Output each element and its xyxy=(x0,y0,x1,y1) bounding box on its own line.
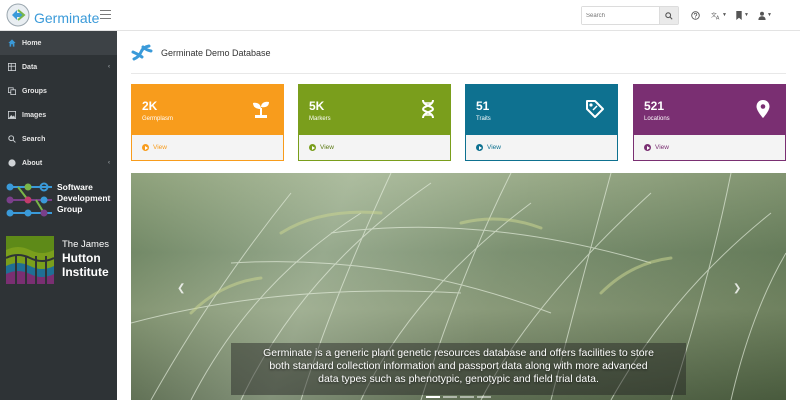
sidebar-item-label: Search xyxy=(22,135,46,143)
chevron-left-icon: ‹ xyxy=(108,160,110,166)
carousel-indicator[interactable] xyxy=(460,396,474,398)
search-box xyxy=(581,6,679,25)
card-view-link[interactable]: View xyxy=(132,135,283,160)
arrow-right-circle-icon xyxy=(644,144,651,151)
card-label: Germplasm xyxy=(142,116,174,122)
brand-name: Germinate xyxy=(34,9,100,26)
chevron-down-icon: ▼ xyxy=(767,12,772,18)
map-marker-icon xyxy=(756,100,770,118)
card-label: Traits xyxy=(476,116,491,122)
software-development-group-logo[interactable]: Software Development Group xyxy=(6,182,114,222)
card-value: 521 xyxy=(644,99,665,113)
sidebar-item-groups[interactable]: Groups xyxy=(0,79,117,103)
page-header: Germinate Demo Database xyxy=(131,43,271,63)
tag-icon xyxy=(586,100,604,118)
card-view-link[interactable]: View xyxy=(466,135,617,160)
user-icon xyxy=(758,11,766,20)
groups-icon xyxy=(8,87,16,95)
chevron-down-icon: ▼ xyxy=(744,12,749,18)
chevron-down-icon: ▼ xyxy=(722,12,727,18)
page-title: Germinate Demo Database xyxy=(161,48,271,58)
sidebar-item-label: Images xyxy=(22,111,47,119)
germplasm-card[interactable]: 2K Germplasm View xyxy=(131,84,284,161)
top-navbar: Germinate 文 A ▼ ▼ xyxy=(0,0,800,31)
sdg-logo-icon xyxy=(6,182,52,217)
card-label: Markers xyxy=(309,116,331,122)
chevron-left-icon: ‹ xyxy=(108,64,110,70)
arrow-right-circle-icon xyxy=(142,144,149,151)
sidebar-item-label: Data xyxy=(22,63,38,71)
carousel-indicator[interactable] xyxy=(443,396,457,398)
card-value: 51 xyxy=(476,99,490,113)
germinate-dna-icon xyxy=(131,44,153,61)
carousel-next-icon[interactable]: ❯ xyxy=(733,283,741,294)
help-button[interactable] xyxy=(691,9,700,21)
sidebar-item-images[interactable]: Images xyxy=(0,103,117,127)
sidebar-toggle-icon[interactable] xyxy=(100,10,111,20)
sidebar-item-search[interactable]: Search xyxy=(0,127,117,151)
language-icon: 文 A xyxy=(711,11,720,20)
image-carousel[interactable]: ❮ ❯ Germinate is a generic plant genetic… xyxy=(131,173,786,400)
card-value: 5K xyxy=(309,99,325,113)
home-icon xyxy=(8,39,16,47)
brand[interactable]: Germinate xyxy=(6,3,99,32)
sidebar-item-about[interactable]: About ‹ xyxy=(0,151,117,175)
card-label: Locations xyxy=(644,116,670,122)
header-divider xyxy=(131,73,786,74)
data-icon xyxy=(8,63,16,71)
sidebar-item-label: Home xyxy=(22,39,42,47)
traits-card[interactable]: 51 Traits View xyxy=(465,84,618,161)
search-input[interactable] xyxy=(582,7,659,24)
carousel-indicators xyxy=(426,396,494,398)
markers-card[interactable]: 5K Markers View xyxy=(298,84,451,161)
images-icon xyxy=(8,111,16,119)
search-icon xyxy=(8,135,16,143)
arrow-right-circle-icon xyxy=(476,144,483,151)
svg-text:A: A xyxy=(716,15,720,19)
search-icon xyxy=(665,11,673,20)
hutton-logo-icon xyxy=(5,236,55,284)
germinate-logo-icon xyxy=(6,3,30,32)
card-view-link[interactable]: View xyxy=(299,135,450,160)
card-value: 2K xyxy=(142,99,158,113)
carousel-caption: Germinate is a generic plant genetic res… xyxy=(231,343,686,395)
help-icon xyxy=(691,10,700,20)
search-button[interactable] xyxy=(659,7,678,24)
carousel-indicator[interactable] xyxy=(426,396,440,398)
sidebar-item-label: Groups xyxy=(22,87,47,95)
dna-icon xyxy=(421,99,435,119)
arrow-right-circle-icon xyxy=(309,144,316,151)
carousel-prev-icon[interactable]: ❮ xyxy=(177,283,185,294)
carousel-indicator[interactable] xyxy=(477,396,491,398)
user-button[interactable]: ▼ xyxy=(758,9,772,21)
hutton-logo-text: The James Hutton Institute xyxy=(62,239,109,279)
sidebar: Home Data ‹ Groups Images Search About ‹ xyxy=(0,31,117,400)
sidebar-item-data[interactable]: Data ‹ xyxy=(0,55,117,79)
locations-card[interactable]: 521 Locations View xyxy=(633,84,786,161)
bookmark-icon xyxy=(736,10,742,20)
sidebar-item-label: About xyxy=(22,159,43,167)
sidebar-item-home[interactable]: Home xyxy=(0,31,117,55)
database-button[interactable]: ▼ xyxy=(735,9,749,21)
james-hutton-institute-logo[interactable]: The James Hutton Institute xyxy=(5,236,114,288)
language-button[interactable]: 文 A ▼ xyxy=(711,9,727,21)
sdg-logo-text: Software Development Group xyxy=(57,182,111,214)
plant-icon xyxy=(253,101,269,118)
about-icon xyxy=(8,159,16,167)
card-view-link[interactable]: View xyxy=(634,135,785,160)
